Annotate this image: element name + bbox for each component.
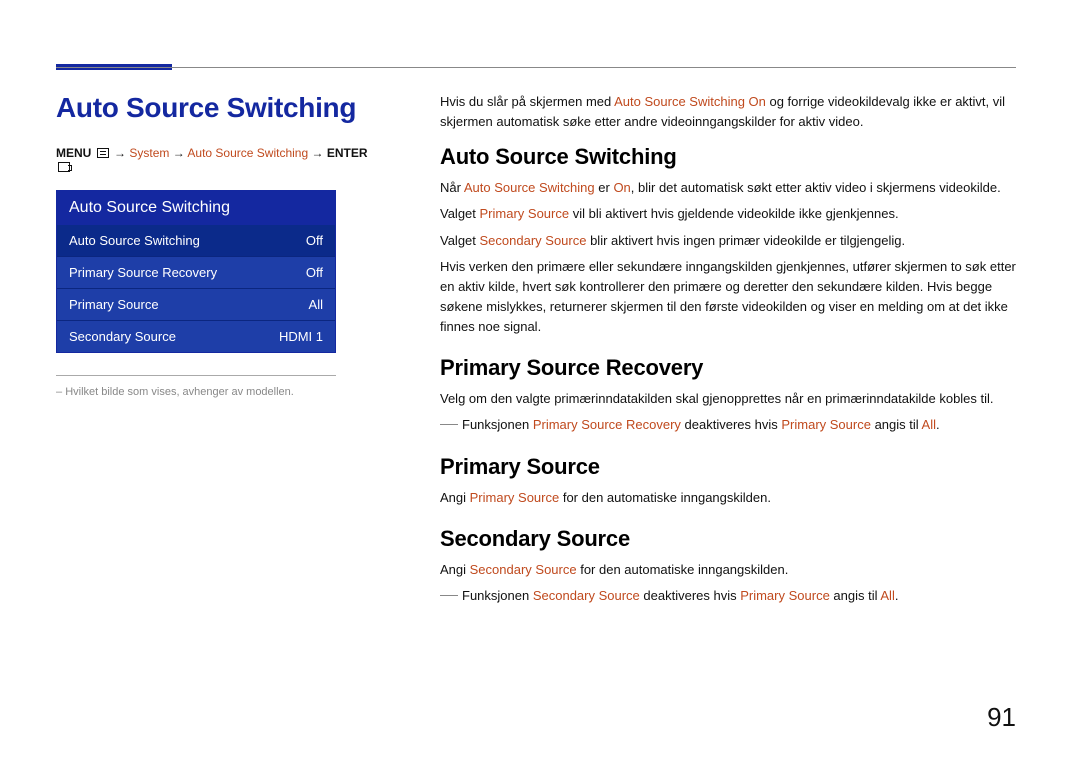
intro-paragraph: Hvis du slår på skjermen med Auto Source…	[440, 92, 1016, 132]
breadcrumb-enter: ENTER	[327, 146, 368, 160]
menu-row-label: Auto Source Switching	[69, 233, 200, 248]
menu-row-value: HDMI 1	[279, 329, 323, 344]
model-caption: Hvilket bilde som vises, avhenger av mod…	[56, 386, 376, 398]
body-text: Valget Secondary Source blir aktivert hv…	[440, 231, 1016, 251]
menu-row-secondary-source[interactable]: Secondary Source HDMI 1	[57, 320, 335, 352]
menu-icon	[97, 148, 109, 158]
section-title-auto-source: Auto Source Switching	[440, 144, 1016, 170]
breadcrumb-auto: Auto Source Switching	[187, 146, 308, 160]
page-title: Auto Source Switching	[56, 92, 376, 124]
menu-row-auto-source-switching[interactable]: Auto Source Switching Off	[57, 225, 335, 256]
menu-panel: Auto Source Switching Auto Source Switch…	[56, 190, 336, 353]
menu-panel-title: Auto Source Switching	[57, 191, 335, 225]
body-text: Angi Secondary Source for den automatisk…	[440, 560, 1016, 580]
header-rule	[56, 67, 1016, 68]
menu-row-label: Secondary Source	[69, 329, 176, 344]
section-title-primary-recovery: Primary Source Recovery	[440, 355, 1016, 381]
menu-row-primary-source-recovery[interactable]: Primary Source Recovery Off	[57, 256, 335, 288]
note-text: Funksjonen Secondary Source deaktiveres …	[440, 586, 1016, 606]
caption-rule	[56, 375, 336, 376]
body-text: Hvis verken den primære eller sekundære …	[440, 257, 1016, 338]
section-title-primary-source: Primary Source	[440, 454, 1016, 480]
page-number: 91	[987, 702, 1016, 733]
breadcrumb-menu: MENU	[56, 146, 91, 160]
menu-row-label: Primary Source	[69, 297, 159, 312]
menu-row-value: Off	[306, 233, 323, 248]
left-column: Auto Source Switching MENU → System → Au…	[56, 92, 376, 612]
section-title-secondary-source: Secondary Source	[440, 526, 1016, 552]
dash-icon	[440, 595, 458, 596]
breadcrumb-system: System	[129, 146, 169, 160]
body-text: Når Auto Source Switching er On, blir de…	[440, 178, 1016, 198]
menu-row-value: All	[309, 297, 323, 312]
body-text: Velg om den valgte primærinndatakilden s…	[440, 389, 1016, 409]
menu-row-value: Off	[306, 265, 323, 280]
enter-icon	[58, 162, 70, 172]
menu-row-primary-source[interactable]: Primary Source All	[57, 288, 335, 320]
body-text: Valget Primary Source vil bli aktivert h…	[440, 204, 1016, 224]
note-text: Funksjonen Primary Source Recovery deakt…	[440, 415, 1016, 435]
body-text: Angi Primary Source for den automatiske …	[440, 488, 1016, 508]
breadcrumb: MENU → System → Auto Source Switching → …	[56, 146, 376, 174]
right-column: Hvis du slår på skjermen med Auto Source…	[440, 92, 1016, 612]
menu-row-label: Primary Source Recovery	[69, 265, 217, 280]
dash-icon	[440, 424, 458, 425]
